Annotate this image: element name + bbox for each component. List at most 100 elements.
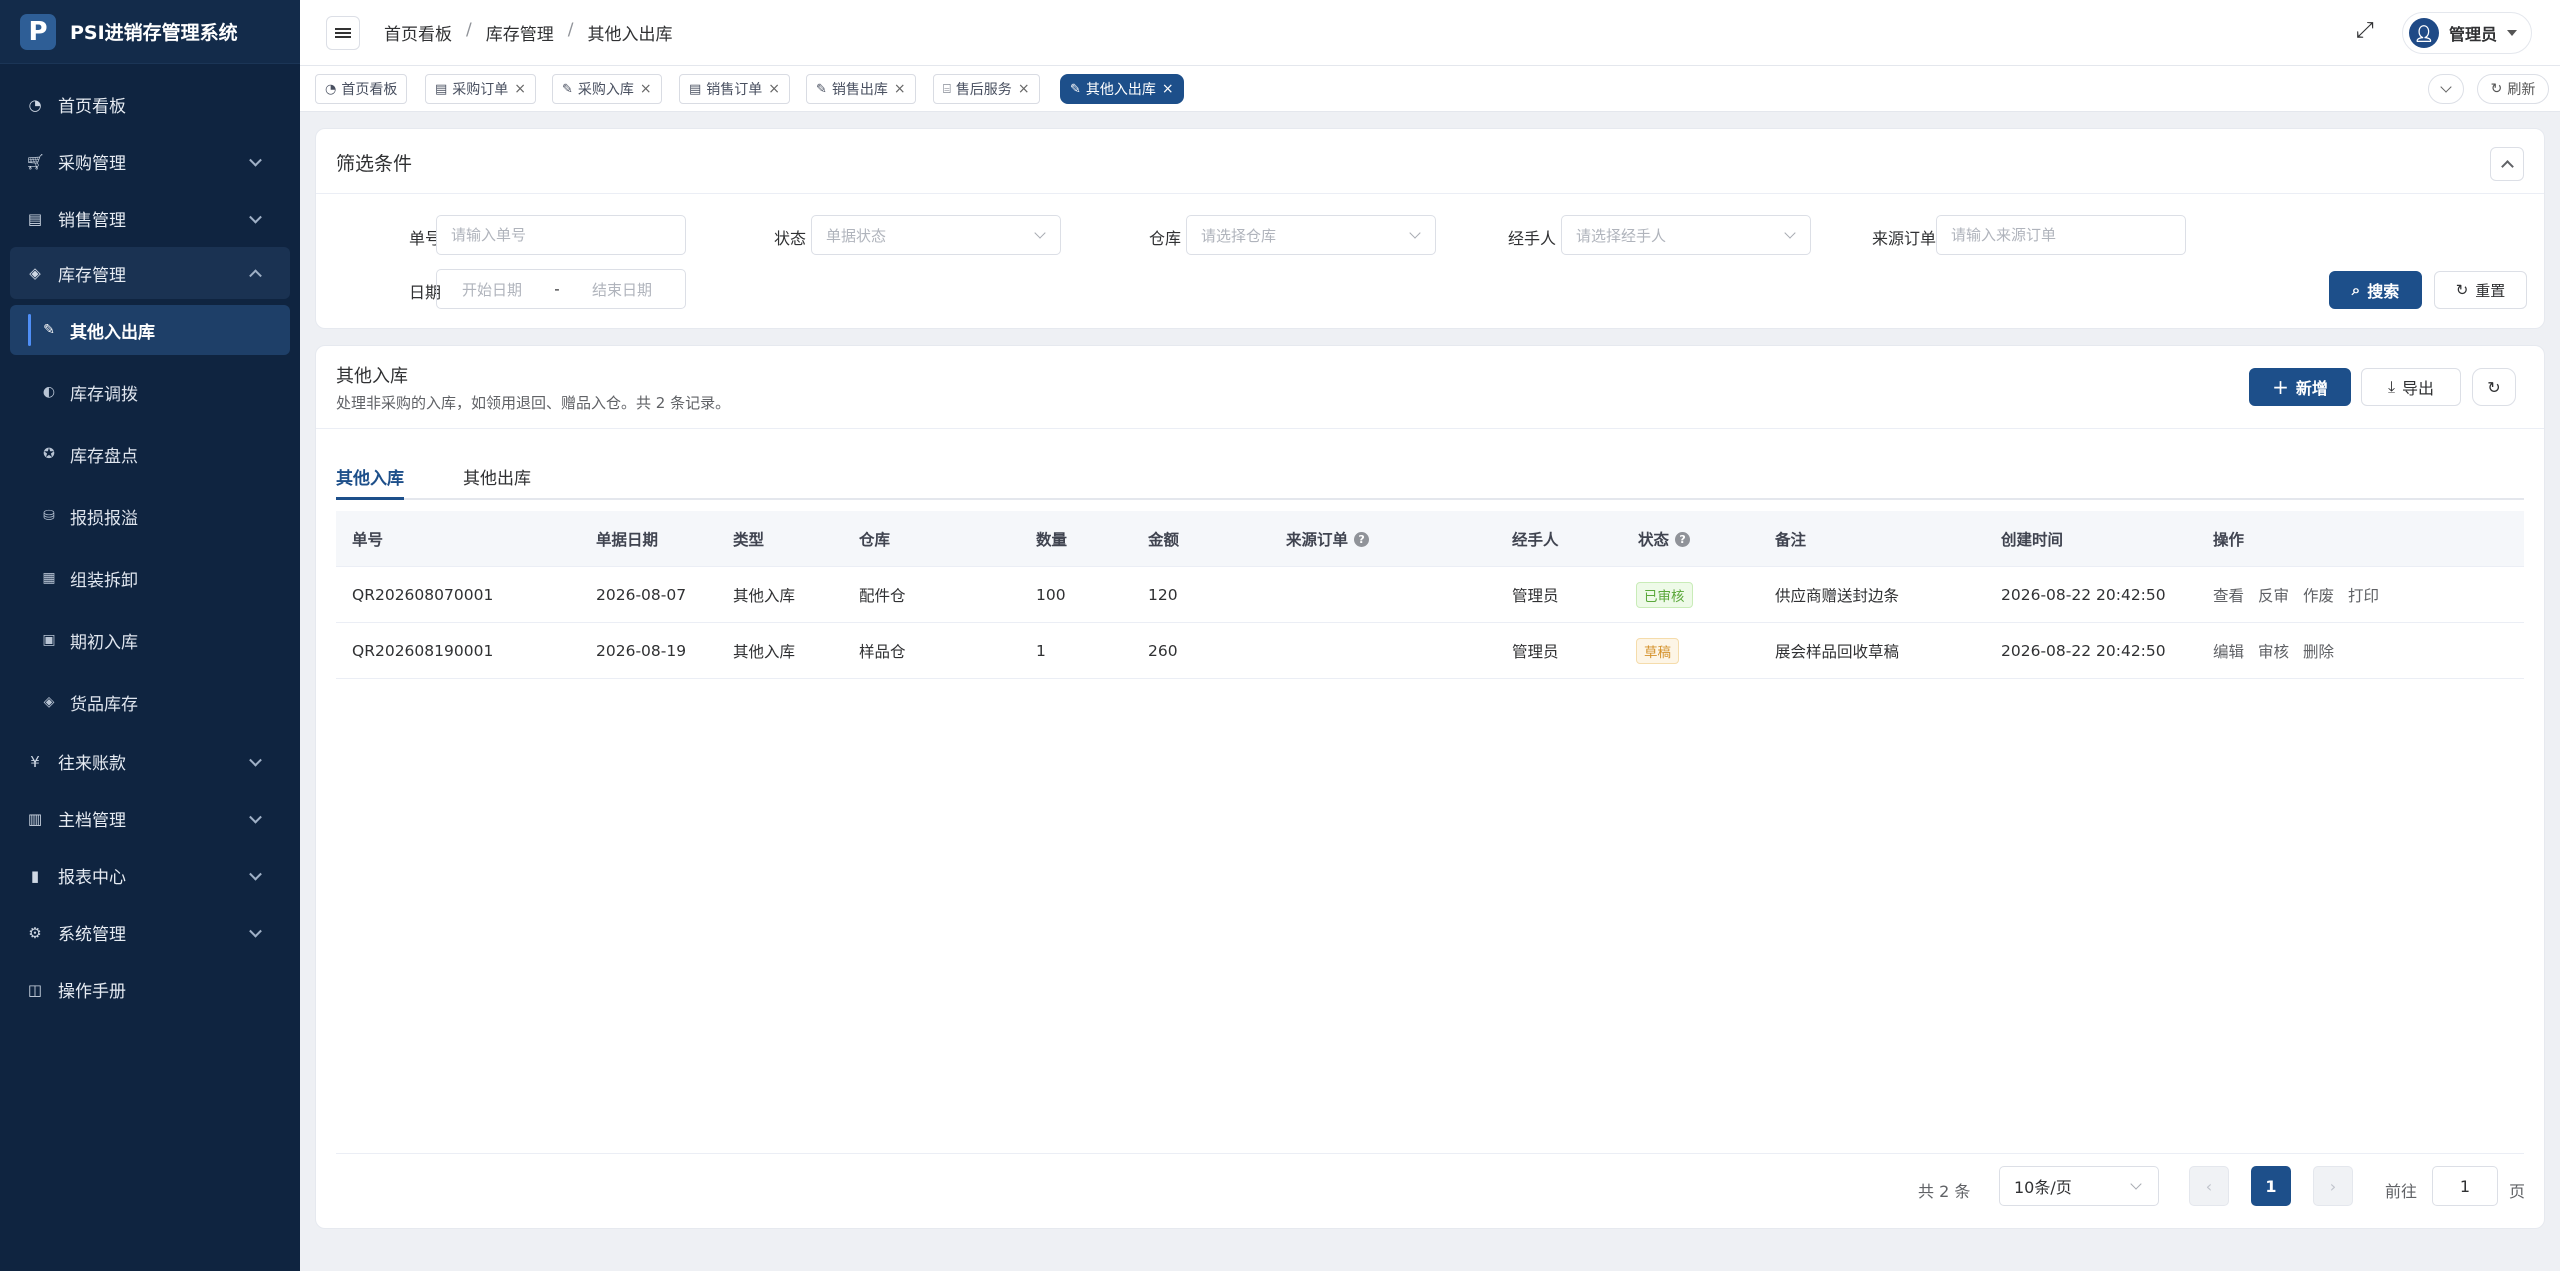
sidebar-item-manual[interactable]: ◫ 操作手册	[0, 961, 300, 1018]
chevron-down-icon	[2130, 1178, 2142, 1190]
breadcrumb-item[interactable]: 首页看板	[384, 20, 452, 45]
source-order-input[interactable]	[1936, 215, 2186, 255]
reset-button[interactable]: ↻ 重置	[2434, 271, 2527, 309]
column-header: 来源订单	[1286, 531, 1349, 549]
chevron-down-icon	[249, 924, 262, 938]
close-icon[interactable]: ×	[1162, 81, 1174, 97]
app-logo[interactable]: P PSI进销存管理系统	[0, 0, 300, 64]
tag-purchase-order[interactable]: ▤ 采购订单 ×	[425, 74, 537, 104]
breadcrumb-item[interactable]: 库存管理	[486, 20, 554, 45]
chevron-down-icon	[249, 210, 262, 224]
sidebar-sub-other-io[interactable]: ✎ 其他入出库	[10, 305, 290, 355]
book-icon: ◫	[27, 980, 43, 999]
search-button[interactable]: ⌕ 搜索	[2329, 271, 2422, 309]
sidebar-item-inventory[interactable]: ◈ 库存管理	[10, 247, 290, 299]
page-size-select[interactable]: 10条/页	[1999, 1166, 2159, 1206]
unapprove-link[interactable]: 反审	[2258, 584, 2289, 606]
sidebar-sub-label: 库存调拨	[70, 384, 138, 405]
prev-page-button[interactable]: ‹	[2189, 1166, 2229, 1206]
chevron-down-icon	[2440, 81, 2452, 93]
tab-other-out[interactable]: 其他出库	[463, 464, 531, 500]
plus-icon: +	[2272, 375, 2289, 399]
sidebar-sub-loss[interactable]: ⛁ 报损报溢	[0, 485, 300, 547]
delete-link[interactable]: 删除	[2303, 640, 2334, 662]
refresh-icon: ↻	[2455, 281, 2469, 299]
sidebar-sub-stocktake[interactable]: ✪ 库存盘点	[0, 423, 300, 485]
help-icon[interactable]: ?	[1354, 531, 1370, 547]
sidebar-item-master[interactable]: ▥ 主档管理	[0, 790, 300, 847]
close-icon[interactable]: ×	[768, 81, 780, 97]
top-right: 👤︎ 管理员	[2356, 12, 2532, 54]
sidebar-sub-transfer[interactable]: ◐ 库存调拨	[0, 361, 300, 423]
refresh-icon: ↻	[2487, 377, 2501, 397]
side-menu: ◔ 首页看板 🛒︎ 采购管理 ▤ 销售管理 ◈ 库存管理 ✎ 其他入出库 ◐ 库…	[0, 64, 300, 1018]
table-row: QR202608070001 2026-08-07 其他入库 配件仓 100 1…	[336, 567, 2524, 623]
column-header: 金额	[1148, 531, 1180, 549]
column-header: 数量	[1036, 531, 1068, 549]
order-no-label: 单号	[408, 229, 441, 248]
bar-chart-icon: ▮	[30, 866, 40, 885]
list-title: 其他入库	[336, 366, 408, 387]
sidebar-item-sales[interactable]: ▤ 销售管理	[0, 190, 300, 247]
print-link[interactable]: 打印	[2348, 584, 2379, 606]
date-range-picker[interactable]: 开始日期 - 结束日期	[436, 269, 686, 309]
sidebar-item-reports[interactable]: ▮ 报表中心	[0, 847, 300, 904]
column-header: 备注	[1775, 531, 1807, 549]
edit-link[interactable]: 编辑	[2213, 640, 2244, 662]
document-icon: ▤	[435, 81, 448, 97]
refresh-icon: ↻	[2490, 81, 2503, 97]
tags-dropdown-button[interactable]	[2428, 74, 2464, 104]
tag-sales-out[interactable]: ✎ 销售出库 ×	[806, 74, 916, 104]
end-date[interactable]: 结束日期	[567, 279, 677, 300]
dashboard-icon: ◔	[28, 95, 42, 114]
sidebar-item-label: 采购管理	[58, 154, 126, 174]
list-tabs: 其他入库 其他出库	[336, 456, 2524, 500]
tag-other-io[interactable]: ✎ 其他入出库 ×	[1060, 74, 1184, 104]
user-menu[interactable]: 👤︎ 管理员	[2401, 12, 2532, 54]
collapse-button[interactable]	[2490, 147, 2524, 181]
fullscreen-icon[interactable]	[2356, 18, 2378, 44]
sidebar-item-system[interactable]: ⚙ 系统管理	[0, 904, 300, 961]
start-date[interactable]: 开始日期	[437, 279, 547, 300]
view-link[interactable]: 查看	[2213, 584, 2244, 606]
sidebar-sub-stock[interactable]: ◈ 货品库存	[0, 671, 300, 733]
tab-other-in[interactable]: 其他入库	[336, 464, 404, 500]
source-order-label: 来源订单	[1871, 229, 1936, 248]
close-icon[interactable]: ×	[514, 81, 526, 97]
sidebar-sub-label: 组装拆卸	[70, 570, 138, 591]
reset-label: 重置	[2475, 281, 2506, 300]
close-icon[interactable]: ×	[1018, 81, 1030, 97]
sidebar-sub-assembly[interactable]: ▦ 组装拆卸	[0, 547, 300, 609]
tag-purchase-in[interactable]: ✎ 采购入库 ×	[552, 74, 662, 104]
next-page-button[interactable]: ›	[2313, 1166, 2353, 1206]
sidebar-item-accounts[interactable]: ¥ 往来账款	[0, 733, 300, 790]
chevron-down-icon	[249, 753, 262, 767]
warehouse-select[interactable]: 请选择仓库	[1186, 215, 1436, 255]
menu-toggle-button[interactable]	[326, 15, 360, 50]
chevron-down-icon	[1784, 227, 1796, 239]
sidebar-item-purchase[interactable]: 🛒︎ 采购管理	[0, 133, 300, 190]
export-button[interactable]: ⤓ 导出	[2361, 368, 2461, 406]
page-number[interactable]: 1	[2251, 1166, 2291, 1206]
status-select[interactable]: 单据状态	[811, 215, 1061, 255]
column-header: 操作	[2213, 531, 2245, 549]
refresh-button[interactable]: ↻ 刷新	[2477, 74, 2549, 104]
cell-amount: 120	[1148, 586, 1178, 604]
tag-sales-order[interactable]: ▤ 销售订单 ×	[679, 74, 791, 104]
goto-page-input[interactable]: 1	[2432, 1166, 2498, 1206]
close-icon[interactable]: ×	[894, 81, 906, 97]
sidebar-sub-label: 库存盘点	[70, 446, 138, 467]
handler-select[interactable]: 请选择经手人	[1561, 215, 1811, 255]
sidebar-item-dashboard[interactable]: ◔ 首页看板	[0, 76, 300, 133]
tag-dashboard[interactable]: ◔ 首页看板	[315, 74, 408, 104]
tag-after-sales[interactable]: ⌸ 售后服务 ×	[933, 74, 1040, 104]
close-icon[interactable]: ×	[640, 81, 652, 97]
sidebar-sub-opening[interactable]: ▣ 期初入库	[0, 609, 300, 671]
approve-link[interactable]: 审核	[2258, 640, 2289, 662]
order-no-input[interactable]	[436, 215, 686, 255]
add-button[interactable]: + 新增	[2249, 368, 2351, 406]
divider	[316, 428, 2544, 429]
help-icon[interactable]: ?	[1675, 531, 1691, 547]
void-link[interactable]: 作废	[2303, 584, 2334, 606]
reload-button[interactable]: ↻	[2472, 368, 2516, 406]
